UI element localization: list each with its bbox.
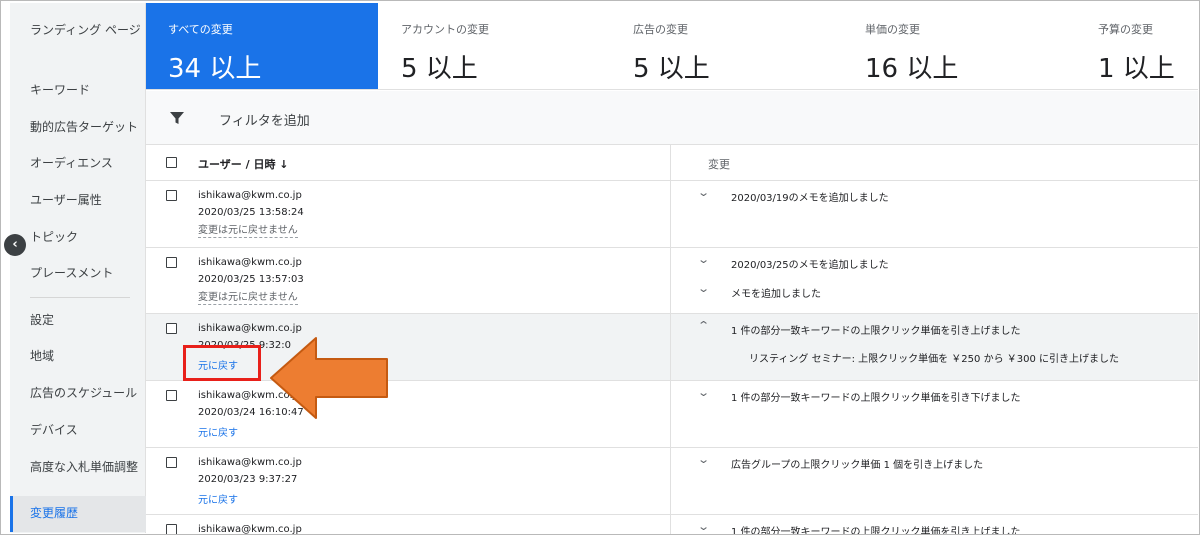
change-description: 広告グループの上限クリック単価 1 個を引き上げました bbox=[731, 460, 984, 471]
column-divider bbox=[670, 145, 671, 181]
change-description: メモを追加しました bbox=[731, 289, 821, 300]
column-header-change: 変更 bbox=[708, 158, 730, 171]
select-all-checkbox[interactable] bbox=[166, 157, 177, 168]
sidebar: ランディング ページ キーワード 動的広告ターゲット オーディエンス ユーザー属… bbox=[10, 3, 146, 533]
card-value: 5 以上 bbox=[401, 54, 478, 84]
row-checkbox[interactable] bbox=[166, 524, 177, 534]
change-description: 1 件の部分一致キーワードの上限クリック単価を引き上げました bbox=[731, 527, 1021, 534]
change-date: 2020/03/25 13:58:24 bbox=[198, 207, 304, 218]
sidebar-active-indicator bbox=[10, 496, 13, 532]
change-description: 1 件の部分一致キーワードの上限クリック単価を引き下げました bbox=[731, 393, 1021, 404]
chevron-down-icon[interactable]: ⌄ bbox=[697, 453, 710, 466]
row-checkbox[interactable] bbox=[166, 390, 177, 401]
table-row: ishikawa@kwm.co.jp ⌄ 1 件の部分一致キーワードの上限クリッ… bbox=[146, 515, 1198, 534]
change-description: 2020/03/19のメモを追加しました bbox=[731, 193, 889, 204]
undo-unavailable-note: 変更は元に戻せません bbox=[198, 225, 298, 238]
chevron-down-icon[interactable]: ⌄ bbox=[697, 282, 710, 295]
card-ad-changes[interactable]: 広告の変更 5 以上 bbox=[611, 3, 843, 89]
undo-link[interactable]: 元に戻す bbox=[198, 491, 238, 506]
card-budget-changes[interactable]: 予算の変更 1 以上 bbox=[1076, 3, 1198, 89]
card-title: 広告の変更 bbox=[633, 23, 688, 36]
card-all-changes[interactable]: すべての変更 34 以上 bbox=[146, 3, 378, 89]
card-title: すべての変更 bbox=[168, 23, 233, 36]
chevron-left-icon: ‹ bbox=[12, 237, 18, 252]
sidebar-item-devices[interactable]: デバイス bbox=[30, 422, 145, 438]
highlight-box bbox=[183, 345, 261, 381]
column-divider bbox=[670, 381, 671, 447]
column-divider bbox=[670, 448, 671, 514]
sidebar-item-locations[interactable]: 地域 bbox=[30, 348, 145, 364]
chevron-down-icon[interactable]: ⌄ bbox=[697, 186, 710, 199]
collapse-sidebar-button[interactable]: ‹ bbox=[4, 234, 26, 256]
sidebar-item-dynamic-ad-targets[interactable]: 動的広告ターゲット bbox=[30, 119, 145, 135]
sidebar-item-topics[interactable]: トピック bbox=[30, 229, 145, 245]
user-email: ishikawa@kwm.co.jp bbox=[198, 190, 302, 201]
chevron-down-icon[interactable]: ⌄ bbox=[697, 386, 710, 399]
row-checkbox[interactable] bbox=[166, 257, 177, 268]
card-title: アカウントの変更 bbox=[401, 23, 489, 36]
chevron-down-icon[interactable]: ⌄ bbox=[697, 253, 710, 266]
sidebar-item-keywords[interactable]: キーワード bbox=[30, 82, 145, 98]
change-date: 2020/03/23 9:37:27 bbox=[198, 474, 298, 485]
add-filter-button[interactable]: フィルタを追加 bbox=[219, 110, 310, 129]
card-bid-changes[interactable]: 単価の変更 16 以上 bbox=[843, 3, 1075, 89]
table-row: ishikawa@kwm.co.jp 2020/03/23 9:37:27 元に… bbox=[146, 448, 1198, 515]
card-value: 5 以上 bbox=[633, 54, 710, 84]
sidebar-item-settings[interactable]: 設定 bbox=[30, 312, 145, 328]
card-account-changes[interactable]: アカウントの変更 5 以上 bbox=[379, 3, 611, 89]
chevron-down-icon[interactable]: ⌄ bbox=[697, 520, 710, 533]
sidebar-item-audiences[interactable]: オーディエンス bbox=[30, 155, 145, 171]
filter-bar: フィルタを追加 bbox=[146, 91, 1198, 145]
column-divider bbox=[670, 314, 671, 380]
row-checkbox[interactable] bbox=[166, 323, 177, 334]
sidebar-item-landing-page[interactable]: ランディング ページ bbox=[30, 22, 145, 38]
user-email: ishikawa@kwm.co.jp bbox=[198, 323, 302, 334]
row-checkbox[interactable] bbox=[166, 190, 177, 201]
chevron-up-icon[interactable]: ⌃ bbox=[697, 319, 710, 332]
change-detail: リスティング セミナー: 上限クリック単価を ￥250 から ￥300 に引き上… bbox=[749, 354, 1120, 365]
sidebar-item-ad-schedule[interactable]: 広告のスケジュール bbox=[30, 385, 145, 401]
table-row: ishikawa@kwm.co.jp 2020/03/25 13:58:24 変… bbox=[146, 181, 1198, 248]
column-header-user-date[interactable]: ユーザー / 日時 ↓ bbox=[198, 156, 289, 172]
sidebar-divider bbox=[30, 297, 130, 298]
user-email: ishikawa@kwm.co.jp bbox=[198, 524, 302, 534]
column-divider bbox=[670, 181, 671, 247]
table-row: ishikawa@kwm.co.jp 2020/03/25 13:57:03 変… bbox=[146, 248, 1198, 314]
card-value: 34 以上 bbox=[168, 54, 262, 84]
undo-unavailable-note: 変更は元に戻せません bbox=[198, 292, 298, 305]
filter-icon[interactable] bbox=[170, 111, 184, 125]
summary-cards: すべての変更 34 以上 アカウントの変更 5 以上 広告の変更 5 以上 単価… bbox=[146, 3, 1198, 90]
change-description: 1 件の部分一致キーワードの上限クリック単価を引き上げました bbox=[731, 326, 1021, 337]
column-divider bbox=[670, 248, 671, 313]
row-checkbox[interactable] bbox=[166, 457, 177, 468]
arrow-left-icon bbox=[270, 337, 388, 419]
user-email: ishikawa@kwm.co.jp bbox=[198, 257, 302, 268]
sidebar-item-advanced-bid-adjustments[interactable]: 高度な入札単価調整 bbox=[30, 459, 145, 475]
sidebar-item-demographics[interactable]: ユーザー属性 bbox=[30, 192, 145, 208]
table-header: ユーザー / 日時 ↓ 変更 bbox=[146, 145, 1198, 181]
change-date: 2020/03/25 13:57:03 bbox=[198, 274, 304, 285]
undo-link[interactable]: 元に戻す bbox=[198, 424, 238, 439]
sidebar-item-placements[interactable]: プレースメント bbox=[30, 265, 145, 281]
user-email: ishikawa@kwm.co.jp bbox=[198, 457, 302, 468]
change-description: 2020/03/25のメモを追加しました bbox=[731, 260, 889, 271]
column-divider bbox=[670, 515, 671, 534]
card-title: 予算の変更 bbox=[1098, 23, 1153, 36]
card-title: 単価の変更 bbox=[865, 23, 920, 36]
sidebar-item-change-history[interactable]: 変更履歴 bbox=[30, 505, 145, 521]
card-value: 16 以上 bbox=[865, 54, 959, 84]
card-value: 1 以上 bbox=[1098, 54, 1175, 84]
